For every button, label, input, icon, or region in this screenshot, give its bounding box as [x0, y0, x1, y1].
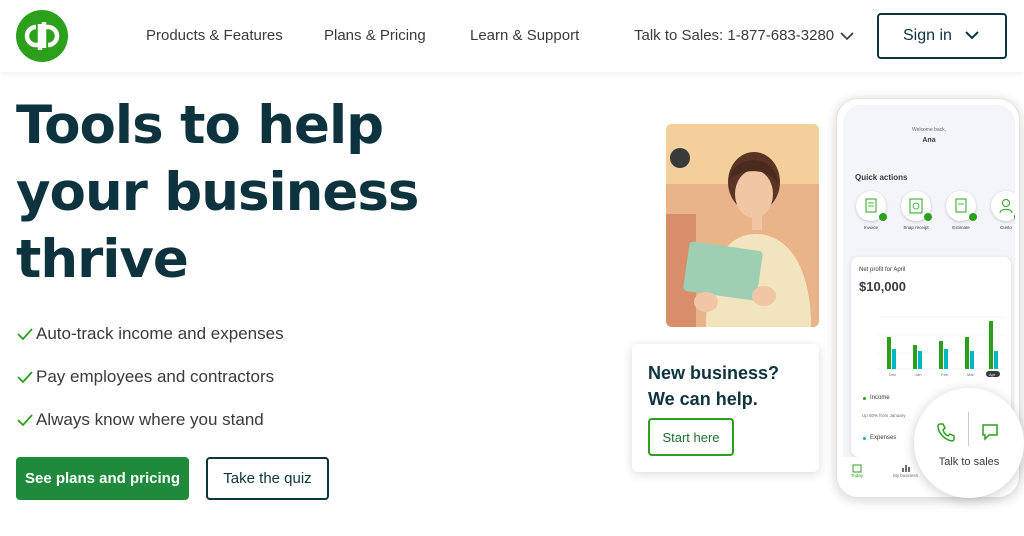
chevron-down-icon — [965, 31, 979, 40]
calendar-icon — [852, 464, 862, 473]
phone-icon[interactable] — [936, 422, 956, 442]
title-line: New business? — [648, 363, 780, 383]
chevron-down-icon — [840, 31, 854, 40]
divider — [968, 412, 969, 446]
quick-action-label: Custo — [1000, 225, 1012, 230]
net-profit-label: Net profit for April — [859, 267, 906, 273]
expense-bar — [970, 351, 974, 369]
receipt-icon — [901, 191, 932, 221]
estimate-icon — [946, 191, 977, 221]
nav-plans-pricing[interactable]: Plans & Pricing — [324, 27, 426, 44]
legend-expenses: Expenses — [863, 435, 896, 441]
month-label: Feb — [941, 372, 949, 377]
legend-expenses-label: Expenses — [870, 435, 897, 441]
customer-icon — [991, 191, 1015, 221]
legend-income: Income — [863, 395, 890, 401]
income-bar — [939, 341, 943, 369]
profit-bar-chart: Dec Jan Feb Mar Apr — [877, 316, 1005, 377]
headline-line: thrive — [16, 229, 189, 290]
quickbooks-logo[interactable] — [16, 10, 68, 62]
sign-in-button[interactable]: Sign in — [877, 13, 1007, 59]
nav-talk-to-sales[interactable]: Talk to Sales: 1-877-683-3280 — [634, 27, 854, 44]
checkmark-icon — [17, 370, 33, 383]
sign-in-label: Sign in — [903, 27, 952, 44]
quick-actions-title: Quick actions — [855, 173, 908, 182]
new-business-title: New business? We can help. — [648, 360, 808, 412]
new-business-card: New business? We can help. Start here — [632, 344, 819, 472]
talk-to-sales-label: Talk to sales — [938, 456, 1000, 468]
list-item: Auto-track income and expenses — [16, 312, 284, 355]
legend-income-label: Income — [870, 395, 890, 401]
expense-bar — [918, 351, 922, 369]
list-item: Always know where you stand — [16, 398, 284, 441]
quick-action-invoice[interactable]: Invoice — [855, 191, 887, 230]
woman-with-tablet-photo — [666, 124, 819, 327]
bar-chart-icon — [901, 465, 910, 472]
tab-label: My business — [893, 473, 919, 478]
expense-bar — [994, 351, 998, 369]
income-bar — [989, 321, 993, 369]
welcome-text: Welcome back, — [911, 127, 947, 133]
chat-icon[interactable] — [980, 422, 1000, 442]
month-label: Apr — [989, 372, 996, 377]
checkmark-icon — [17, 413, 33, 426]
talk-to-sales-widget[interactable]: Talk to sales — [914, 388, 1024, 498]
quick-actions-row: Invoice Snap receipt Estimate Custo — [855, 191, 1015, 230]
hero-headline: Tools to help your business thrive — [16, 92, 436, 293]
income-change-text: Up 50% from January — [862, 413, 906, 418]
user-name: Ana — [922, 137, 936, 144]
income-bar — [913, 345, 917, 369]
expense-bar — [944, 349, 948, 369]
quick-action-estimate[interactable]: Estimate — [945, 191, 977, 230]
month-label: Dec — [889, 372, 896, 377]
quick-action-snap-receipt[interactable]: Snap receipt — [900, 191, 932, 230]
quick-action-customer[interactable]: Custo — [990, 191, 1015, 230]
feature-text: Always know where you stand — [36, 409, 264, 429]
tab-today[interactable]: Today — [851, 463, 863, 478]
headline-line: your business — [16, 162, 419, 223]
quick-action-label: Snap receipt — [903, 225, 929, 230]
feature-text: Pay employees and contractors — [36, 366, 275, 386]
headline-line: Tools to help — [16, 95, 384, 156]
income-bar — [965, 337, 969, 369]
start-here-button[interactable]: Start here — [648, 418, 734, 456]
checkmark-icon — [17, 327, 33, 340]
title-line: We can help. — [648, 389, 758, 409]
net-profit-value: $10,000 — [859, 279, 906, 294]
list-item: Pay employees and contractors — [16, 355, 284, 398]
see-plans-button[interactable]: See plans and pricing — [16, 457, 189, 500]
feature-text: Auto-track income and expenses — [36, 323, 284, 343]
nav-products-features[interactable]: Products & Features — [146, 27, 283, 44]
month-label: Jan — [915, 372, 921, 377]
feature-list: Auto-track income and expenses Pay emplo… — [16, 312, 284, 441]
expense-bar — [892, 349, 896, 369]
talk-to-sales-label: Talk to Sales: 1-877-683-3280 — [634, 27, 835, 44]
site-header: Products & Features Plans & Pricing Lear… — [0, 0, 1024, 72]
month-label: Mar — [967, 372, 975, 377]
income-bar — [887, 337, 891, 369]
take-quiz-button[interactable]: Take the quiz — [206, 457, 329, 500]
nav-learn-support[interactable]: Learn & Support — [470, 27, 579, 44]
quick-action-label: Invoice — [863, 225, 879, 230]
invoice-icon — [856, 191, 887, 221]
tab-label: Today — [851, 473, 864, 478]
quick-action-label: Estimate — [952, 225, 970, 230]
